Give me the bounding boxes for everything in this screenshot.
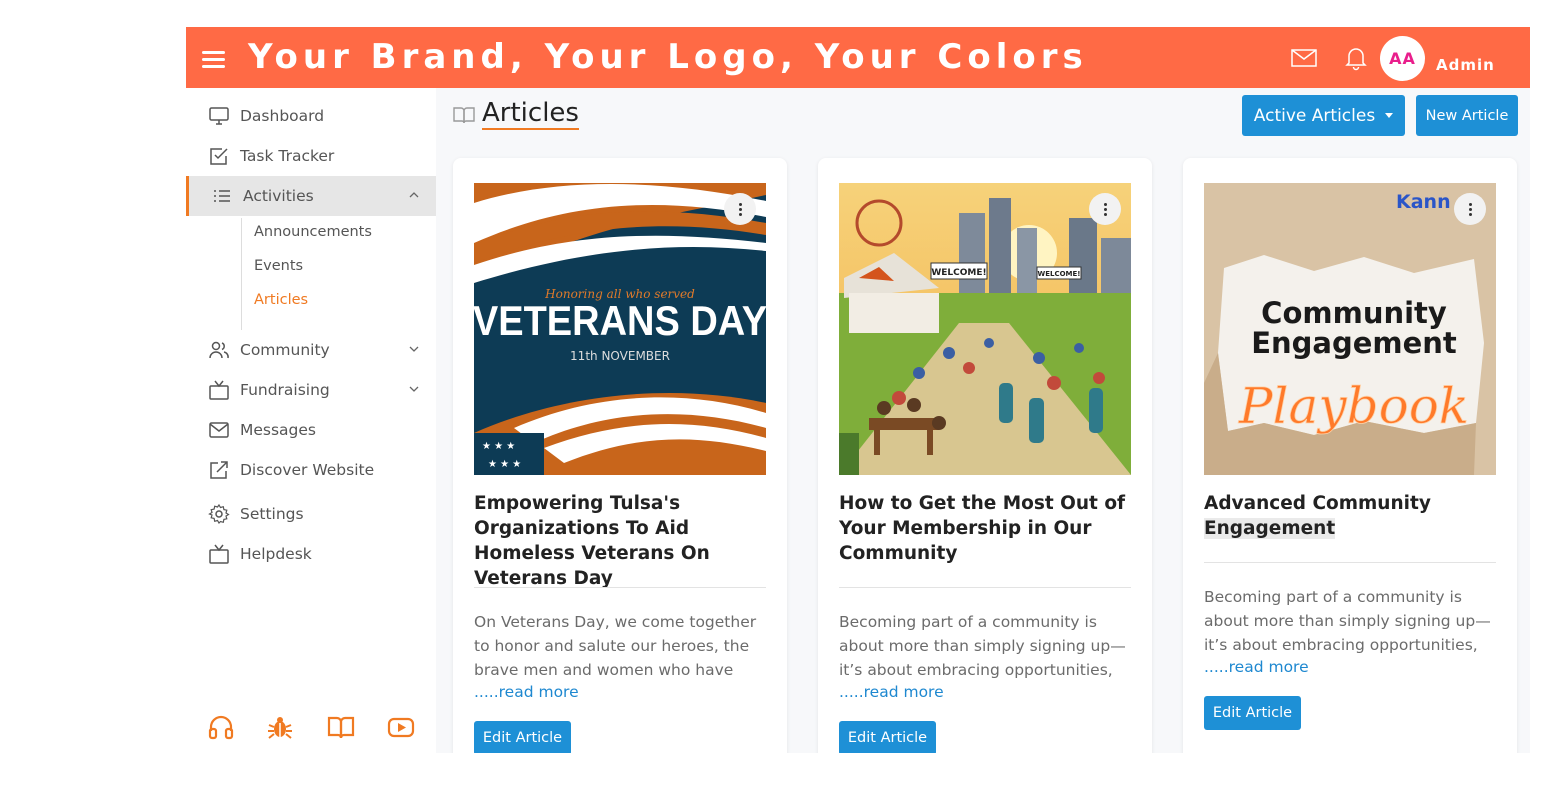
sidebar-item-discover-website[interactable]: Discover Website — [186, 450, 436, 490]
sidebar-subitem-announcements[interactable]: Announcements — [254, 224, 372, 240]
read-more-link[interactable]: .....read more — [1204, 658, 1309, 676]
edit-article-button[interactable]: Edit Article — [839, 721, 936, 753]
article-title-part: Advanced Community — [1204, 493, 1431, 514]
mail-icon[interactable] — [1290, 45, 1318, 71]
article-title[interactable]: How to Get the Most Out of Your Membersh… — [839, 491, 1139, 566]
new-article-button[interactable]: New Article — [1416, 95, 1518, 136]
svg-text:★ ★ ★: ★ ★ ★ — [488, 459, 521, 470]
divider — [474, 587, 766, 588]
tv-icon — [209, 544, 229, 564]
sidebar-item-activities[interactable]: Activities — [186, 176, 436, 216]
book-icon — [453, 107, 475, 124]
sidebar-item-community[interactable]: Community — [186, 330, 436, 370]
article-image[interactable]: Kann Community Engagement Playbook — [1204, 183, 1496, 475]
checkbox-icon — [210, 148, 228, 165]
divider — [1204, 562, 1496, 563]
bell-icon[interactable] — [1342, 45, 1370, 71]
monitor-icon — [209, 107, 229, 125]
sidebar-item-label: Activities — [243, 187, 314, 205]
image-date: 11th NOVEMBER — [570, 349, 670, 363]
article-description: On Veterans Day, we come together to hon… — [474, 613, 757, 679]
chevron-down-icon — [409, 386, 419, 392]
community-festival-image: WELCOME! WELCOME! — [839, 183, 1131, 475]
image-sign: WELCOME! — [931, 268, 986, 278]
article-title-part-highlighted: Engagement — [1204, 518, 1336, 539]
sidebar-item-dashboard[interactable]: Dashboard — [186, 96, 436, 136]
svg-text:★ ★ ★: ★ ★ ★ — [482, 441, 515, 452]
article-card: Kann Community Engagement Playbook Advan… — [1183, 158, 1517, 753]
article-image[interactable]: WELCOME! WELCOME! — [839, 183, 1131, 475]
caret-down-icon — [1385, 113, 1394, 118]
article-image[interactable]: ★ ★ ★ ★ ★ ★ Honoring all who served VETE… — [474, 183, 766, 475]
sidebar-item-label: Discover Website — [240, 461, 375, 479]
article-card: WELCOME! WELCOME! How to Get the Most Ou… — [818, 158, 1152, 753]
submenu-line — [241, 218, 242, 330]
active-articles-dropdown[interactable]: Active Articles — [1242, 95, 1405, 136]
sidebar-footer — [186, 713, 436, 743]
sidebar-item-helpdesk[interactable]: Helpdesk — [186, 534, 436, 574]
bug-icon[interactable] — [266, 713, 294, 741]
more-options-icon[interactable] — [1089, 193, 1121, 225]
dropdown-label: Active Articles — [1253, 105, 1376, 126]
article-title[interactable]: Empowering Tulsa's Organizations To Aid … — [474, 491, 774, 591]
book-icon[interactable] — [327, 713, 355, 741]
image-line: Community — [1261, 296, 1447, 330]
sidebar-item-label: Community — [240, 341, 330, 359]
menu-icon[interactable] — [202, 51, 225, 68]
page-title: Articles — [482, 98, 579, 130]
youtube-icon[interactable] — [387, 713, 415, 741]
veterans-day-image: ★ ★ ★ ★ ★ ★ Honoring all who served VETE… — [474, 183, 766, 475]
edit-article-button[interactable]: Edit Article — [1204, 696, 1301, 730]
sidebar-subitem-events[interactable]: Events — [254, 258, 303, 274]
sidebar-item-fundraising[interactable]: Fundraising — [186, 370, 436, 410]
image-sign: WELCOME! — [1038, 270, 1081, 278]
list-icon — [214, 190, 230, 202]
more-options-icon[interactable] — [724, 193, 756, 225]
mail-icon — [209, 422, 229, 438]
image-brand: Kann — [1396, 191, 1451, 213]
sidebar-item-label: Helpdesk — [240, 545, 312, 563]
article-description: Becoming part of a community is about mo… — [1204, 588, 1491, 654]
sidebar-item-label: Settings — [240, 505, 304, 523]
gear-icon — [208, 503, 230, 524]
external-link-icon — [210, 461, 228, 479]
headphones-icon[interactable] — [207, 713, 235, 741]
sidebar-item-settings[interactable]: Settings — [186, 494, 436, 534]
chevron-down-icon — [409, 346, 419, 352]
brand-title: Your Brand, Your Logo, Your Colors — [248, 37, 1088, 77]
article-card: ★ ★ ★ ★ ★ ★ Honoring all who served VETE… — [453, 158, 787, 753]
sidebar-item-label: Messages — [240, 421, 317, 439]
avatar[interactable]: AA — [1380, 36, 1425, 81]
edit-article-button[interactable]: Edit Article — [474, 721, 571, 753]
article-title[interactable]: Advanced Community Engagement — [1204, 491, 1504, 541]
read-more-link[interactable]: .....read more — [839, 683, 944, 701]
tv-icon — [209, 380, 229, 400]
sidebar-subitem-articles[interactable]: Articles — [254, 292, 308, 308]
image-line: Engagement — [1251, 326, 1457, 360]
sidebar-item-label: Dashboard — [240, 107, 325, 125]
community-engagement-image: Kann Community Engagement Playbook — [1204, 183, 1496, 475]
users-icon — [209, 341, 229, 359]
read-more-link[interactable]: .....read more — [474, 683, 579, 701]
article-description: Becoming part of a community is about mo… — [839, 613, 1126, 679]
sidebar-item-label: Task Tracker — [240, 147, 335, 165]
sidebar: Dashboard Task Tracker Activities Announ… — [186, 88, 436, 753]
image-script: Playbook — [1238, 377, 1469, 435]
app-window: Your Brand, Your Logo, Your Colors AA Ad… — [186, 27, 1530, 753]
more-options-icon[interactable] — [1454, 193, 1486, 225]
chevron-up-icon — [409, 192, 419, 198]
image-title: VETERANS DAY — [474, 298, 766, 344]
user-label[interactable]: Admin — [1436, 56, 1495, 74]
divider — [839, 587, 1131, 588]
top-bar: Your Brand, Your Logo, Your Colors AA Ad… — [186, 27, 1530, 88]
sidebar-item-task-tracker[interactable]: Task Tracker — [186, 136, 436, 176]
sidebar-item-messages[interactable]: Messages — [186, 410, 436, 450]
sidebar-item-label: Fundraising — [240, 381, 330, 399]
